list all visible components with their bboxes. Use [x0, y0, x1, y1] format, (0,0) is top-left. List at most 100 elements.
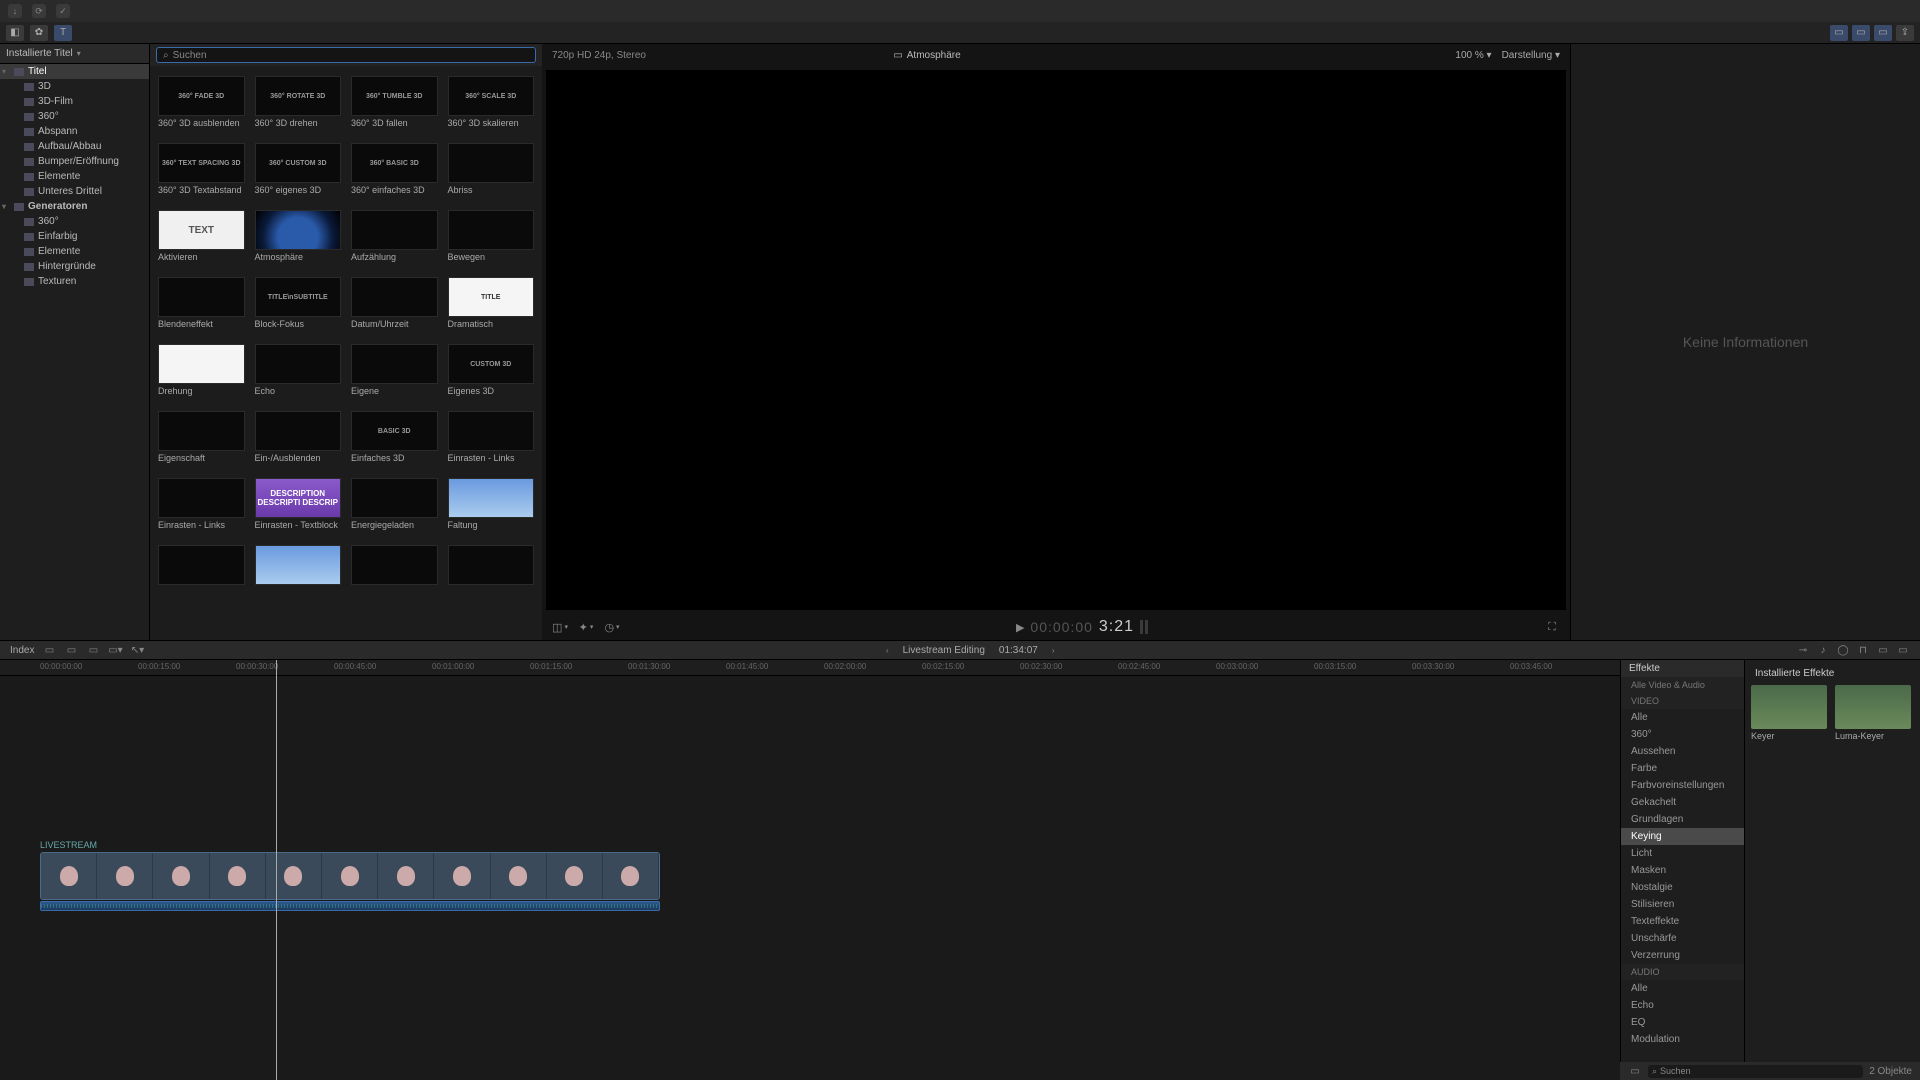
- title-tile-0[interactable]: 360° FADE 3D360° 3D ausblenden: [158, 76, 245, 129]
- enhance-tool[interactable]: ✦: [578, 620, 594, 634]
- next-edit-icon[interactable]: ›: [1052, 646, 1055, 655]
- titlebar-btn-2[interactable]: ⟳: [32, 4, 46, 18]
- effect-category-21[interactable]: Modulation: [1621, 1031, 1744, 1048]
- solo-icon[interactable]: ◯: [1836, 644, 1850, 656]
- zoom-dropdown[interactable]: 100 % ▾: [1455, 50, 1491, 61]
- photos-icon[interactable]: ✿: [30, 25, 48, 41]
- effect-tile-1[interactable]: Luma-Keyer: [1835, 685, 1911, 741]
- effect-category-9[interactable]: Keying: [1621, 828, 1744, 845]
- effect-category-19[interactable]: Echo: [1621, 997, 1744, 1014]
- title-tile-1[interactable]: 360° ROTATE 3D360° 3D drehen: [255, 76, 342, 129]
- eff-view-icon[interactable]: ▭: [1628, 1065, 1642, 1077]
- sidebar-item-1[interactable]: 3D: [0, 79, 149, 94]
- title-tile-5[interactable]: 360° CUSTOM 3D360° eigenes 3D: [255, 143, 342, 196]
- share-icon[interactable]: ⇪: [1896, 25, 1914, 41]
- title-tile-13[interactable]: TITLE\nSUBTITLEBlock-Fokus: [255, 277, 342, 330]
- effect-category-3[interactable]: 360°: [1621, 726, 1744, 743]
- title-tile-6[interactable]: 360° BASIC 3D360° einfaches 3D: [351, 143, 438, 196]
- sidebar-header[interactable]: Installierte Titel ▾: [0, 44, 149, 64]
- connect-icon[interactable]: ▭▾: [108, 644, 122, 656]
- view-dropdown[interactable]: Darstellung ▾: [1502, 50, 1560, 61]
- sidebar-item-5[interactable]: Aufbau/Abbau: [0, 139, 149, 154]
- effect-category-2[interactable]: Alle: [1621, 709, 1744, 726]
- titlebar-btn-1[interactable]: ↓: [8, 4, 22, 18]
- effect-category-15[interactable]: Unschärfe: [1621, 930, 1744, 947]
- timeline-ruler[interactable]: 00:00:00:0000:00:15:0000:00:30:0000:00:4…: [0, 660, 1620, 676]
- insert-icon[interactable]: ▭: [42, 644, 56, 656]
- title-tile-31[interactable]: [448, 545, 535, 598]
- transform-tool[interactable]: ◫: [552, 620, 568, 634]
- titlebar-btn-3[interactable]: ✓: [56, 4, 70, 18]
- layout-1-icon[interactable]: ▭: [1830, 25, 1848, 41]
- library-icon[interactable]: ◧: [6, 25, 24, 41]
- title-tile-29[interactable]: [255, 545, 342, 598]
- fullscreen-icon[interactable]: ⛶: [1544, 620, 1560, 634]
- title-tile-3[interactable]: 360° SCALE 3D360° 3D skalieren: [448, 76, 535, 129]
- titles-icon[interactable]: T: [54, 25, 72, 41]
- sidebar-item-0[interactable]: Titel: [0, 64, 149, 79]
- effect-category-5[interactable]: Farbe: [1621, 760, 1744, 777]
- title-tile-2[interactable]: 360° TUMBLE 3D360° 3D fallen: [351, 76, 438, 129]
- title-tile-14[interactable]: Datum/Uhrzeit: [351, 277, 438, 330]
- title-tile-23[interactable]: Einrasten - Links: [448, 411, 535, 464]
- prev-edit-icon[interactable]: ‹: [886, 646, 889, 655]
- title-tile-11[interactable]: Bewegen: [448, 210, 535, 263]
- title-tile-10[interactable]: Aufzählung: [351, 210, 438, 263]
- skimming-icon[interactable]: ⊸: [1796, 644, 1810, 656]
- effect-category-18[interactable]: Alle: [1621, 980, 1744, 997]
- title-tile-27[interactable]: Faltung: [448, 478, 535, 531]
- title-tile-22[interactable]: BASIC 3DEinfaches 3D: [351, 411, 438, 464]
- title-tile-20[interactable]: Eigenschaft: [158, 411, 245, 464]
- sidebar-item-11[interactable]: Einfarbig: [0, 229, 149, 244]
- snap-icon[interactable]: ⊓: [1856, 644, 1870, 656]
- title-tile-8[interactable]: TEXTAktivieren: [158, 210, 245, 263]
- effect-category-4[interactable]: Aussehen: [1621, 743, 1744, 760]
- title-tile-19[interactable]: CUSTOM 3DEigenes 3D: [448, 344, 535, 397]
- effects-toggle[interactable]: ▭: [1896, 644, 1910, 656]
- effect-category-13[interactable]: Stilisieren: [1621, 896, 1744, 913]
- sidebar-item-8[interactable]: Unteres Drittel: [0, 184, 149, 199]
- layout-3-icon[interactable]: ▭: [1874, 25, 1892, 41]
- viewer-canvas[interactable]: [546, 70, 1566, 610]
- search-input[interactable]: ⌕ Suchen: [156, 47, 536, 63]
- effect-category-14[interactable]: Texteffekte: [1621, 913, 1744, 930]
- lane-icon[interactable]: ▭: [1876, 644, 1890, 656]
- sidebar-item-7[interactable]: Elemente: [0, 169, 149, 184]
- retime-tool[interactable]: ◷: [604, 620, 620, 634]
- overwrite-icon[interactable]: ▭: [86, 644, 100, 656]
- timeline[interactable]: 00:00:00:0000:00:15:0000:00:30:0000:00:4…: [0, 660, 1620, 1080]
- layout-2-icon[interactable]: ▭: [1852, 25, 1870, 41]
- effect-category-12[interactable]: Nostalgie: [1621, 879, 1744, 896]
- playhead[interactable]: [276, 660, 277, 1080]
- effect-category-8[interactable]: Grundlagen: [1621, 811, 1744, 828]
- sidebar-item-10[interactable]: 360°: [0, 214, 149, 229]
- effect-category-10[interactable]: Licht: [1621, 845, 1744, 862]
- title-tile-12[interactable]: Blendeneffekt: [158, 277, 245, 330]
- audio-skim-icon[interactable]: ♪: [1816, 644, 1830, 656]
- title-tile-24[interactable]: Einrasten - Links: [158, 478, 245, 531]
- title-tile-17[interactable]: Echo: [255, 344, 342, 397]
- title-tile-21[interactable]: Ein-/Ausblenden: [255, 411, 342, 464]
- title-tile-26[interactable]: Energiegeladen: [351, 478, 438, 531]
- title-tile-25[interactable]: DESCRIPTION DESCRIPTI DESCRIPEinrasten -…: [255, 478, 342, 531]
- effect-category-11[interactable]: Masken: [1621, 862, 1744, 879]
- sidebar-item-3[interactable]: 360°: [0, 109, 149, 124]
- effect-category-20[interactable]: EQ: [1621, 1014, 1744, 1031]
- effect-category-6[interactable]: Farbvoreinstellungen: [1621, 777, 1744, 794]
- audio-clip[interactable]: [40, 901, 660, 911]
- index-button[interactable]: Index: [10, 645, 34, 656]
- title-tile-7[interactable]: Abriss: [448, 143, 535, 196]
- sidebar-item-13[interactable]: Hintergründe: [0, 259, 149, 274]
- effect-category-7[interactable]: Gekachelt: [1621, 794, 1744, 811]
- title-tile-18[interactable]: Eigene: [351, 344, 438, 397]
- video-clip[interactable]: [40, 852, 660, 900]
- play-button[interactable]: ▶: [1016, 621, 1024, 634]
- title-tile-30[interactable]: [351, 545, 438, 598]
- sidebar-item-4[interactable]: Abspann: [0, 124, 149, 139]
- sidebar-item-9[interactable]: Generatoren: [0, 199, 149, 214]
- title-tile-28[interactable]: [158, 545, 245, 598]
- title-tile-4[interactable]: 360° TEXT SPACING 3D360° 3D Textabstand: [158, 143, 245, 196]
- append-icon[interactable]: ▭: [64, 644, 78, 656]
- title-tile-9[interactable]: Atmosphäre: [255, 210, 342, 263]
- effect-category-16[interactable]: Verzerrung: [1621, 947, 1744, 964]
